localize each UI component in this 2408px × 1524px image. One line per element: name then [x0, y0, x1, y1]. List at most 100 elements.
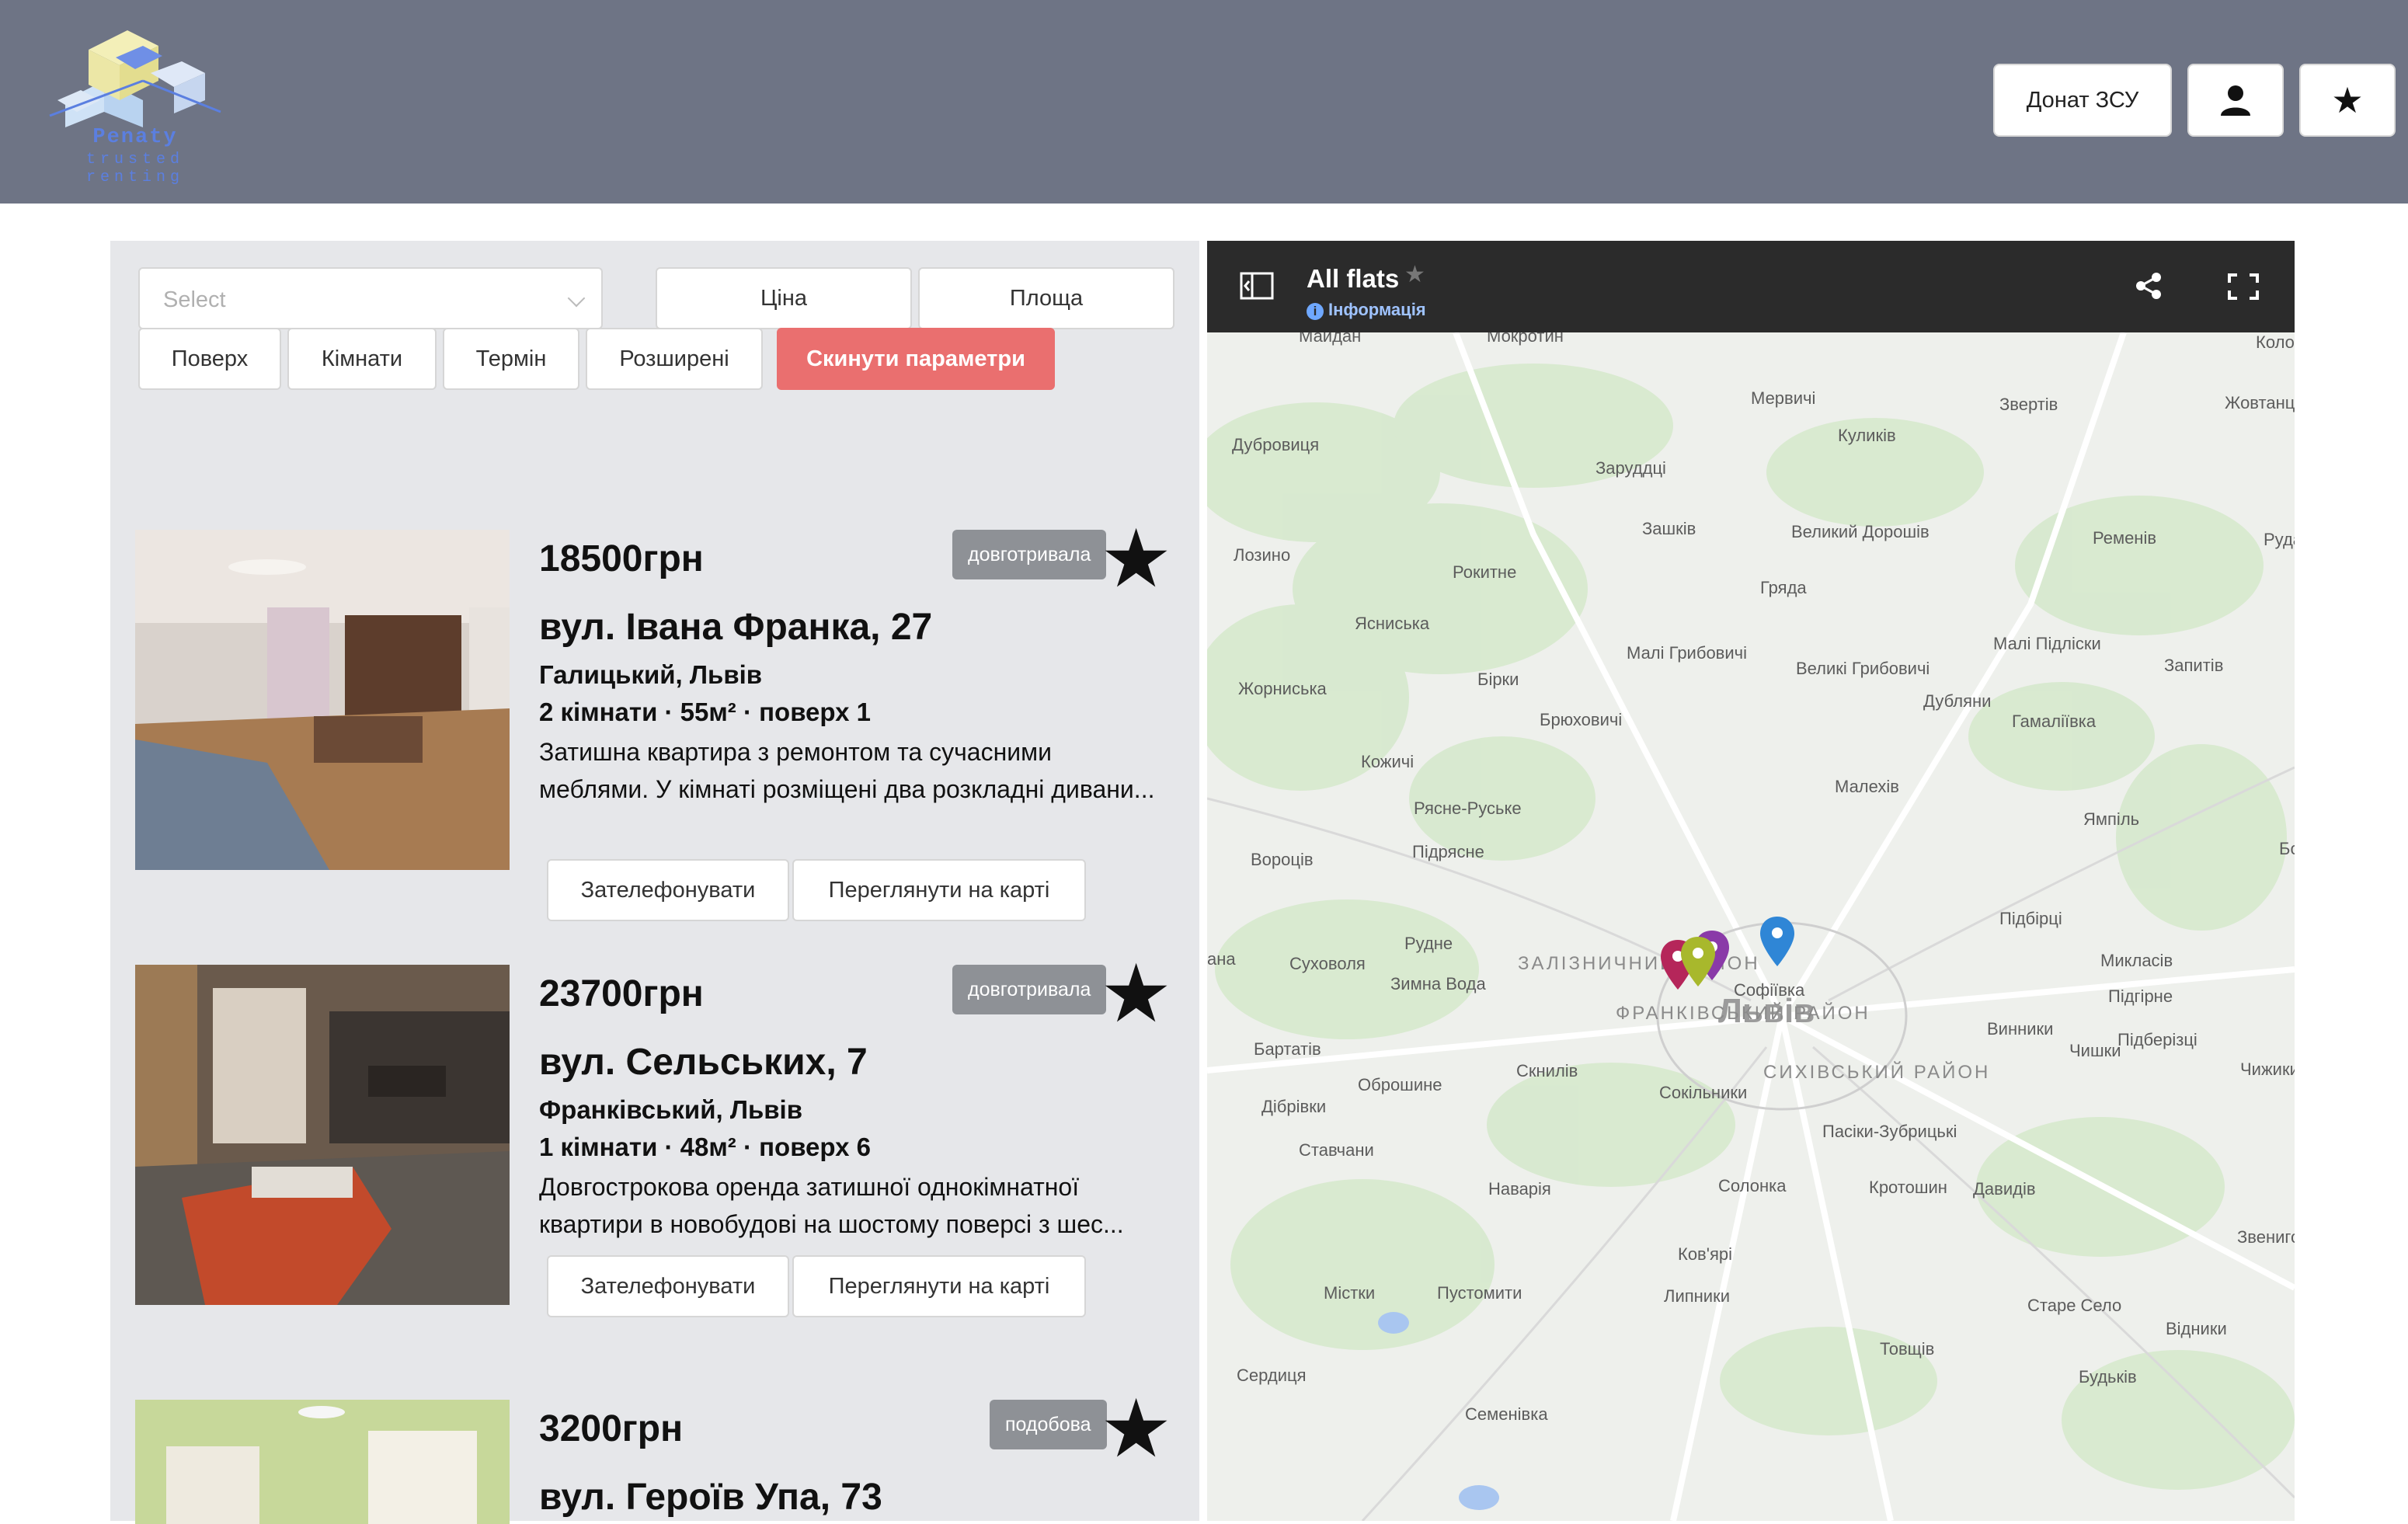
penaty-logo[interactable]: Penaty trusted renting: [34, 26, 244, 186]
map-label: Солонка: [1718, 1176, 1787, 1195]
map-label: Брюховичі: [1540, 710, 1622, 729]
listing-description: Довгострокова оренда затишної однокімнат…: [539, 1173, 1124, 1238]
map-label: Чишки: [2069, 1041, 2121, 1060]
call-button[interactable]: Зателефонувати: [547, 1255, 789, 1317]
map-label: Будьків: [2079, 1367, 2137, 1387]
map-label: Великі Грибовичі: [1796, 659, 1930, 678]
listing-photo[interactable]: [135, 965, 510, 1305]
map-label: Скнилів: [1516, 1061, 1578, 1080]
map-label: Підбірці: [1999, 909, 2062, 928]
price-filter-button[interactable]: Ціна: [656, 267, 912, 329]
map-label: Куликів: [1838, 426, 1896, 445]
favorite-star-icon[interactable]: ★: [1100, 954, 1172, 1035]
select-placeholder: Select: [163, 287, 226, 312]
map-label: Винники: [1987, 1019, 2053, 1039]
sidebar-toggle-icon[interactable]: [1240, 272, 1274, 300]
map-label: Майдан: [1299, 332, 1361, 346]
map-label: Підберізці: [2117, 1030, 2197, 1049]
district-label: ФРАНКІВСЬКИЙ РАЙОН: [1616, 1002, 1870, 1024]
listing-address: вул. Сельських, 7: [539, 1042, 868, 1083]
map-label: Коло: [2256, 332, 2295, 352]
map-label: Містки: [1324, 1283, 1375, 1303]
view-on-map-button[interactable]: Переглянути на карті: [792, 859, 1086, 921]
listing-photo[interactable]: [135, 1400, 510, 1524]
map-label: Оброшине: [1358, 1075, 1442, 1094]
listing-card[interactable]: 23700грн довготривала ★ вул. Сельських, …: [135, 954, 1192, 1322]
view-on-map-button[interactable]: Переглянути на карті: [792, 1255, 1086, 1317]
logo-tagline: trusted renting: [85, 151, 184, 186]
map-star-icon[interactable]: ★: [1404, 261, 1425, 288]
map-label: Малі Грибовичі: [1627, 643, 1747, 663]
map-canvas[interactable]: Майдан Мокротин Коло Мервичі Звертів Жов…: [1207, 332, 2295, 1521]
area-filter-button[interactable]: Площа: [918, 267, 1174, 329]
map-toolbar: All flats ★ i Інформація: [1207, 241, 2295, 332]
term-filter-button[interactable]: Термін: [443, 328, 579, 390]
map-label: Жорниська: [1238, 679, 1328, 698]
map-label: Відники: [2166, 1319, 2227, 1338]
district-select[interactable]: Select: [138, 267, 603, 329]
listing-price: 23700грн: [539, 973, 704, 1014]
map-label: Сердиця: [1237, 1366, 1307, 1385]
map-label: Бо: [2279, 839, 2295, 858]
map-label: Липники: [1664, 1286, 1730, 1306]
listing-photo[interactable]: [135, 530, 510, 870]
fullscreen-icon[interactable]: [2228, 273, 2259, 300]
map-label: Микласів: [2100, 951, 2173, 970]
map-label: Жовтанці: [2225, 393, 2295, 412]
map-label: Суховоля: [1289, 954, 1366, 973]
map-info-link[interactable]: i Інформація: [1307, 300, 1426, 320]
map-label: Малехів: [1835, 777, 1899, 796]
map-label: Семенівка: [1465, 1404, 1548, 1424]
listing-price: 3200грн: [539, 1408, 684, 1449]
listing-address: вул. Героїв Упа, 73: [539, 1477, 882, 1518]
map-label: Ременів: [2093, 528, 2156, 548]
map-label: Наварія: [1488, 1179, 1551, 1199]
listing-card[interactable]: 3200грн подобова ★ вул. Героїв Упа, 73: [135, 1389, 1192, 1524]
listing-specs: 1 кімнати · 48м² · поверх 6: [539, 1133, 872, 1161]
map-label: Гряда: [1760, 578, 1807, 597]
favorite-star-icon[interactable]: ★: [1100, 1389, 1172, 1470]
floor-filter-button[interactable]: Поверх: [138, 328, 281, 390]
share-icon[interactable]: [2135, 272, 2163, 300]
rental-type-badge: довготривала: [952, 965, 1107, 1014]
rooms-filter-button[interactable]: Кімнати: [287, 328, 437, 390]
donate-button[interactable]: Донат ЗСУ: [1993, 64, 2172, 137]
user-icon: [2221, 85, 2250, 116]
map-label: Пустомити: [1437, 1283, 1522, 1303]
map-panel[interactable]: All flats ★ i Інформація Майдан Мокротин…: [1207, 241, 2295, 1521]
map-label: Дібрівки: [1261, 1097, 1326, 1116]
listing-specs: 2 кімнати · 55м² · поверх 1: [539, 698, 872, 726]
map-label: Кожичі: [1361, 752, 1414, 771]
reset-filters-button[interactable]: Скинути параметри: [777, 328, 1055, 390]
map-label: Ясниська: [1355, 614, 1430, 633]
call-button[interactable]: Зателефонувати: [547, 859, 789, 921]
extended-filter-button[interactable]: Розширені: [586, 328, 763, 390]
map-label: Софіївка: [1734, 980, 1805, 1000]
map-label: Ямпіль: [2083, 809, 2139, 829]
profile-button[interactable]: [2187, 64, 2284, 137]
map-label: Звертів: [1999, 395, 2058, 414]
map-label: Мервичі: [1751, 388, 1815, 408]
rental-type-badge: подобова: [990, 1400, 1107, 1449]
map-label: Руда: [2264, 530, 2295, 549]
map-label: Підгірне: [2108, 986, 2173, 1006]
map-label: Кротошин: [1869, 1178, 1947, 1197]
map-label: Зашків: [1642, 519, 1696, 538]
map-label: Старе Село: [2027, 1296, 2121, 1315]
favorites-button[interactable]: ★: [2299, 64, 2396, 137]
district-label: СИХІВСЬКИЙ РАЙОН: [1763, 1061, 1990, 1083]
map-label: Заруддці: [1595, 458, 1666, 478]
favorite-star-icon[interactable]: ★: [1100, 519, 1172, 600]
map-label: Дубляни: [1923, 691, 1991, 711]
rental-type-badge: довготривала: [952, 530, 1107, 579]
listings-panel: Select Ціна Площа Поверх Кімнати Термін …: [110, 241, 1199, 1524]
map-label: ана: [1207, 949, 1236, 969]
star-icon: ★: [2331, 80, 2364, 120]
chevron-down-icon: [567, 289, 586, 308]
listing-description: Затишна квартира з ремонтом та сучасними…: [539, 738, 1155, 803]
map-label: Зимна Вода: [1390, 974, 1486, 993]
map-label: Лозино: [1234, 545, 1290, 565]
map-label: Рокитне: [1453, 562, 1516, 582]
listing-district: Галицький, Львів: [539, 660, 763, 689]
listing-card[interactable]: 18500грн довготривала ★ вул. Івана Франк…: [135, 519, 1192, 921]
